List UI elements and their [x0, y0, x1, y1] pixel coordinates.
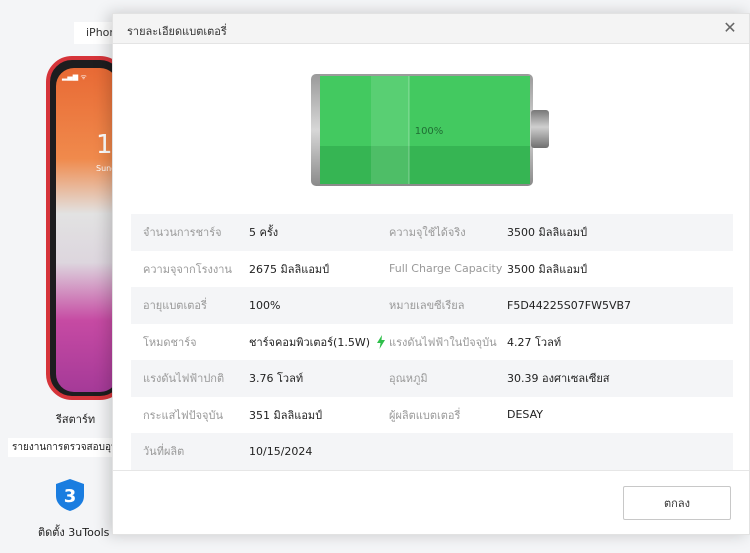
- table-row: อายุแบตเตอรี่ 100% หมายเลขซีเรียล F5D442…: [131, 287, 733, 324]
- table-row: แรงดันไฟฟ้าปกติ 3.76 โวลท์ อุณหภูมิ 30.3…: [131, 360, 733, 397]
- value-battery-life: 100%: [249, 298, 281, 312]
- battery-info-table: จำนวนการชาร์จ 5 ครั้ง ความจุใช้ได้จริง 3…: [131, 214, 733, 470]
- value-design-capacity: 2675 มิลลิแอมป์: [249, 262, 330, 276]
- install-3utools-button[interactable]: ติดตั้ง 3uTools: [38, 523, 109, 541]
- label-current-voltage: แรงดันไฟฟ้าในปัจจุบัน: [389, 335, 497, 349]
- dialog-title: รายละเอียดแบตเตอรี่: [127, 25, 227, 38]
- battery-icon: 100%: [311, 74, 549, 186]
- value-actual-capacity: 3500 มิลลิแอมป์: [507, 226, 588, 240]
- label-charge-mode: โหมดชาร์จ: [143, 335, 197, 349]
- label-serial-number: หมายเลขซีเรียล: [389, 299, 465, 313]
- phone-time: 1: [96, 130, 113, 160]
- dialog-header: รายละเอียดแบตเตอรี่ ✕: [113, 14, 749, 44]
- value-nominal-voltage: 3.76 โวลท์: [249, 372, 304, 386]
- value-charge-cycles: 5 ครั้ง: [249, 226, 279, 240]
- label-temperature: อุณหภูมิ: [389, 372, 428, 386]
- value-battery-manufacturer: DESAY: [507, 408, 543, 422]
- value-manufacture-date: 10/15/2024: [249, 444, 313, 458]
- value-temperature: 30.39 องศาเซลเซียส: [507, 372, 610, 386]
- label-nominal-voltage: แรงดันไฟฟ้าปกติ: [143, 372, 225, 386]
- value-current-amperage: 351 มิลลิแอมป์: [249, 408, 323, 422]
- restart-button[interactable]: รีสตาร์ท: [56, 410, 95, 428]
- label-actual-capacity: ความจุใช้ได้จริง: [389, 226, 466, 240]
- phone-status-bar: ▂▄▆ ᯤ: [62, 73, 87, 81]
- table-row: โหมดชาร์จ ชาร์จคอมพิวเตอร์(1.5W) แรงดันไ…: [131, 324, 733, 361]
- label-current-amperage: กระแสไฟปัจจุบัน: [143, 408, 223, 422]
- label-manufacture-date: วันที่ผลิต: [143, 445, 185, 459]
- label-full-charge-capacity: Full Charge Capacity: [389, 262, 503, 276]
- ok-button[interactable]: ตกลง: [623, 486, 731, 520]
- value-charge-mode: ชาร์จคอมพิวเตอร์(1.5W): [249, 333, 389, 351]
- value-current-voltage: 4.27 โวลท์: [507, 335, 562, 349]
- label-battery-life: อายุแบตเตอรี่: [143, 299, 207, 313]
- lightning-icon: [377, 334, 386, 349]
- label-design-capacity: ความจุจากโรงงาน: [143, 262, 232, 276]
- table-row: กระแสไฟปัจจุบัน 351 มิลลิแอมป์ ผู้ผลิตแบ…: [131, 397, 733, 434]
- table-row: วันที่ผลิต 10/15/2024: [131, 433, 733, 470]
- close-icon[interactable]: ✕: [721, 19, 739, 37]
- battery-percent-text: 100%: [415, 126, 444, 137]
- value-full-charge-capacity: 3500 มิลลิแอมป์: [507, 262, 588, 276]
- charge-mode-text: ชาร์จคอมพิวเตอร์(1.5W): [249, 335, 371, 349]
- 3utools-icon[interactable]: 3: [54, 478, 86, 512]
- battery-details-dialog: รายละเอียดแบตเตอรี่ ✕ 100% จำนวนการชาร์จ: [112, 13, 750, 535]
- value-serial-number: F5D44225S07FW5VB7: [507, 298, 632, 312]
- label-charge-cycles: จำนวนการชาร์จ: [143, 226, 222, 240]
- phone-screen: ▂▄▆ ᯤ 1 Sund: [56, 68, 118, 392]
- svg-text:3: 3: [64, 486, 77, 507]
- dialog-footer: ตกลง: [113, 470, 749, 536]
- table-row: จำนวนการชาร์จ 5 ครั้ง ความจุใช้ได้จริง 3…: [131, 214, 733, 251]
- inspection-report-button[interactable]: รายงานการตรวจสอบอุปก: [8, 438, 118, 457]
- label-battery-manufacturer: ผู้ผลิตแบตเตอรี่: [389, 408, 461, 422]
- table-row: ความจุจากโรงงาน 2675 มิลลิแอมป์ Full Cha…: [131, 251, 733, 288]
